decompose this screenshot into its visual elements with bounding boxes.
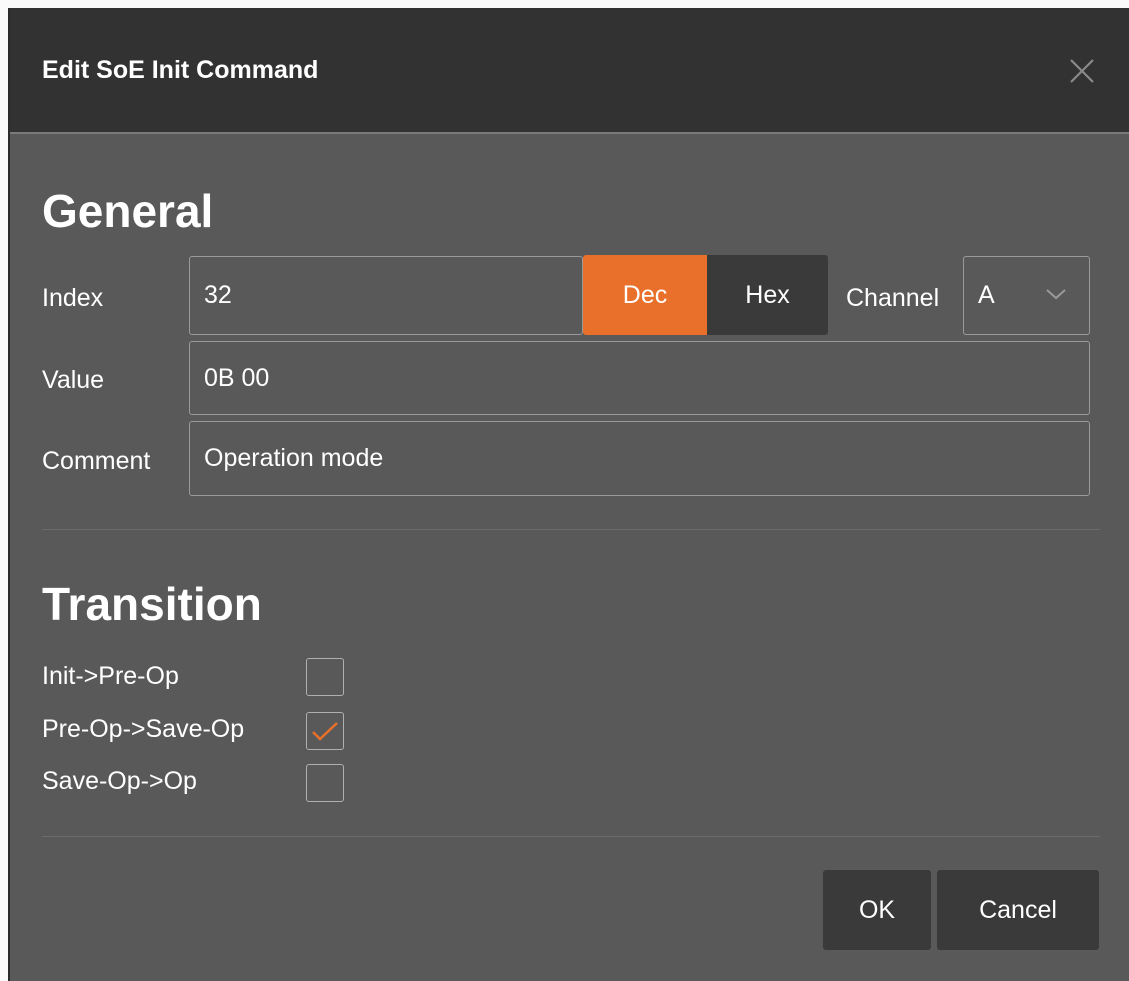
close-icon	[1070, 59, 1094, 83]
channel-label: Channel	[846, 284, 940, 312]
footer-divider	[42, 836, 1100, 837]
dec-toggle-button[interactable]: Dec	[583, 255, 707, 335]
index-input[interactable]: 32	[189, 256, 583, 335]
general-heading: General	[42, 185, 214, 237]
hex-toggle-button[interactable]: Hex	[707, 255, 828, 335]
transition-saveop-op-label: Save-Op->Op	[42, 767, 197, 795]
transition-preop-saveop-label: Pre-Op->Save-Op	[42, 715, 245, 743]
section-divider	[42, 529, 1100, 530]
page: Edit SoE Init Command General Index 32 D…	[0, 0, 1129, 981]
index-input-value: 32	[204, 281, 232, 309]
transition-init-preop-checkbox[interactable]	[306, 658, 344, 696]
value-input-value: 0B 00	[204, 363, 270, 392]
ok-button[interactable]: OK	[823, 870, 931, 950]
index-label: Index	[42, 284, 104, 312]
value-input[interactable]: 0B 00	[189, 341, 1090, 415]
channel-select-value: A	[978, 281, 995, 309]
transition-saveop-op-checkbox[interactable]	[306, 764, 344, 802]
transition-heading: Transition	[42, 578, 262, 630]
comment-label: Comment	[42, 447, 151, 475]
comment-input[interactable]: Operation mode	[189, 421, 1090, 496]
dialog-titlebar: Edit SoE Init Command	[10, 8, 1129, 134]
chevron-down-icon	[1046, 289, 1066, 300]
edit-soe-init-command-dialog: Edit SoE Init Command General Index 32 D…	[8, 8, 1129, 981]
close-button[interactable]	[1067, 56, 1097, 86]
channel-select[interactable]: A	[963, 256, 1090, 335]
value-label: Value	[42, 366, 105, 394]
dialog-title: Edit SoE Init Command	[42, 56, 319, 84]
transition-init-preop-label: Init->Pre-Op	[42, 662, 179, 690]
checkmark-icon	[312, 722, 338, 741]
cancel-button[interactable]: Cancel	[937, 870, 1099, 950]
comment-input-value: Operation mode	[204, 444, 384, 472]
transition-preop-saveop-checkbox[interactable]	[306, 712, 344, 750]
